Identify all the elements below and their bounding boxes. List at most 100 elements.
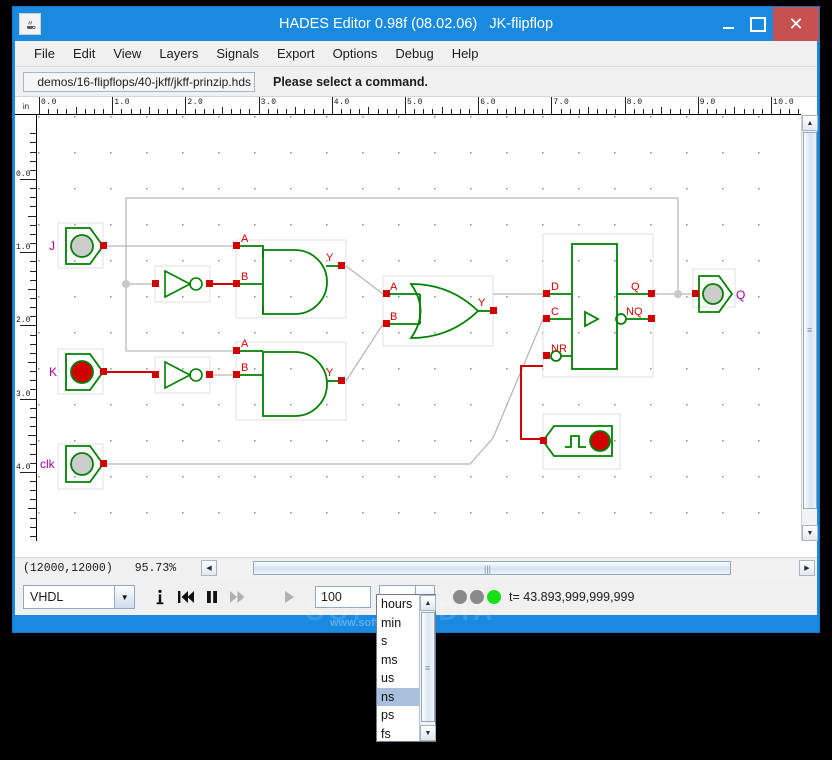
- pin-or-b: [383, 320, 390, 327]
- pin-inv2-in: [152, 371, 159, 378]
- ruler-minor-tick: [30, 243, 36, 245]
- ruler-minor-tick: [30, 380, 36, 382]
- ruler-minor-tick: [93, 109, 95, 114]
- application-window: HADES Editor 0.98f (08.02.06) JK-flipflo…: [12, 6, 820, 633]
- time-unit-option-list[interactable]: hours min s ms us ns ps fs: [377, 595, 421, 743]
- dropdown-option-ps[interactable]: ps: [377, 706, 421, 725]
- ruler-unit-label: in: [22, 101, 30, 111]
- menu-export[interactable]: Export: [268, 43, 324, 64]
- ruler-tick-label: 3.0: [260, 98, 277, 107]
- ruler-minor-tick: [231, 109, 233, 114]
- dropdown-scroll-thumb[interactable]: ≡: [421, 612, 435, 722]
- ruler-minor-tick: [716, 109, 718, 114]
- menu-view[interactable]: View: [104, 43, 150, 64]
- canvas-vertical-scrollbar[interactable]: ▲ ≡ ▼: [801, 115, 818, 541]
- minimize-button[interactable]: [713, 7, 743, 41]
- fast-forward-button[interactable]: [225, 584, 251, 610]
- ruler-minor-tick: [286, 109, 288, 114]
- ruler-minor-tick: [139, 109, 141, 114]
- ruler-minor-tick: [30, 169, 36, 171]
- ruler-minor-tick: [597, 109, 599, 114]
- ruler-tick-label: 4.0: [16, 462, 31, 472]
- cursor-coordinates: (12000,12000): [23, 562, 113, 575]
- pin-clk-out: [100, 460, 107, 467]
- ruler-minor-tick: [30, 352, 36, 354]
- pinlabel-and1-b: B: [241, 271, 248, 283]
- dropdown-scroll-down[interactable]: ▼: [420, 725, 436, 741]
- menu-layers[interactable]: Layers: [150, 43, 207, 64]
- ruler-minor-tick: [30, 206, 36, 208]
- ruler-minor-tick: [670, 109, 672, 114]
- ruler-minor-tick: [30, 426, 36, 428]
- vertical-ruler: 0.0 1.0 2.0 3.0 4.0: [15, 115, 37, 541]
- step-value-input[interactable]: 100: [315, 586, 371, 608]
- ruler-minor-tick: [30, 307, 36, 309]
- ruler-minor-tick: [30, 462, 36, 464]
- file-path-field[interactable]: demos/16-flipflops/40-jkff/jkff-prinzip.…: [23, 71, 255, 92]
- dropdown-option-hours[interactable]: hours: [377, 595, 421, 614]
- schematic-canvas[interactable]: J K clk A B Y A B Y A B Y D C NR Q NQ Q: [38, 116, 801, 541]
- menu-edit[interactable]: Edit: [64, 43, 104, 64]
- scroll-up-button[interactable]: ▲: [802, 115, 818, 131]
- ruler-minor-tick: [30, 389, 36, 391]
- pin-inv2-out: [206, 371, 213, 378]
- canvas-horizontal-scrollbar[interactable]: ◀ ||| ▶: [201, 560, 815, 578]
- ruler-tick-label: 8.0: [626, 98, 643, 107]
- ruler-tick-label: 1.0: [114, 98, 131, 107]
- ruler-tick-label: 0.0: [16, 170, 31, 179]
- dropdown-option-fs[interactable]: fs: [377, 725, 421, 744]
- pinlabel-and2-y: Y: [326, 367, 334, 379]
- dropdown-option-ms[interactable]: ms: [377, 651, 421, 670]
- ruler-minor-tick: [652, 109, 654, 114]
- menu-signals[interactable]: Signals: [207, 43, 268, 64]
- dropdown-option-us[interactable]: us: [377, 669, 421, 688]
- rewind-button[interactable]: [173, 584, 199, 610]
- ruler-major-tick: [624, 97, 626, 114]
- ruler-minor-tick: [734, 107, 736, 114]
- ruler-major-tick: [112, 97, 114, 114]
- ruler-tick-label: 5.0: [407, 98, 423, 107]
- info-button[interactable]: [147, 584, 173, 610]
- vertical-scroll-thumb[interactable]: ≡: [803, 132, 817, 509]
- ruler-minor-tick: [30, 142, 36, 144]
- ruler-minor-tick: [441, 107, 443, 114]
- menu-debug[interactable]: Debug: [386, 43, 442, 64]
- ruler-minor-tick: [514, 107, 516, 114]
- dropdown-option-ns[interactable]: ns: [377, 687, 421, 706]
- menu-help[interactable]: Help: [443, 43, 488, 64]
- scroll-right-button[interactable]: ▶: [799, 560, 815, 576]
- horizontal-scroll-thumb[interactable]: |||: [253, 561, 731, 575]
- play-button[interactable]: [277, 584, 303, 610]
- ruler-minor-tick: [48, 109, 50, 114]
- close-button[interactable]: ✕: [773, 7, 819, 41]
- ruler-minor-tick: [30, 371, 36, 373]
- ruler-major-tick: [20, 252, 36, 254]
- ruler-minor-tick: [30, 453, 36, 455]
- status-led-3: [487, 590, 501, 604]
- mode-select[interactable]: VHDL ▼: [23, 585, 135, 609]
- dropdown-option-min[interactable]: min: [377, 614, 421, 633]
- ruler-minor-tick: [28, 435, 36, 437]
- dropdown-scrollbar[interactable]: ▲ ≡ ▼: [419, 595, 436, 741]
- pin-j-out: [100, 242, 107, 249]
- status-led-2: [470, 590, 484, 604]
- chevron-down-icon[interactable]: ▼: [114, 586, 134, 608]
- mode-select-value: VHDL: [30, 590, 64, 604]
- dropdown-option-s[interactable]: s: [377, 632, 421, 651]
- menu-options[interactable]: Options: [324, 43, 387, 64]
- maximize-button[interactable]: [743, 7, 773, 41]
- ruler-minor-tick: [295, 107, 297, 114]
- label-j: J: [49, 239, 55, 253]
- menu-file[interactable]: File: [25, 43, 64, 64]
- dropdown-scroll-up[interactable]: ▲: [420, 595, 436, 611]
- ruler-minor-tick: [249, 109, 251, 114]
- time-unit-dropdown-popup[interactable]: hours min s ms us ns ps fs ▲ ≡ ▼: [376, 594, 436, 742]
- screen-root: HADES Editor 0.98f (08.02.06) JK-flipflo…: [0, 0, 832, 760]
- pin-and1-a: [233, 242, 240, 249]
- ruler-minor-tick: [30, 151, 36, 153]
- ruler-major-tick: [405, 97, 406, 114]
- scroll-left-button[interactable]: ◀: [201, 560, 217, 576]
- scroll-down-button[interactable]: ▼: [802, 525, 818, 541]
- pause-button[interactable]: [199, 584, 225, 610]
- zoom-level: 95.73%: [134, 562, 177, 575]
